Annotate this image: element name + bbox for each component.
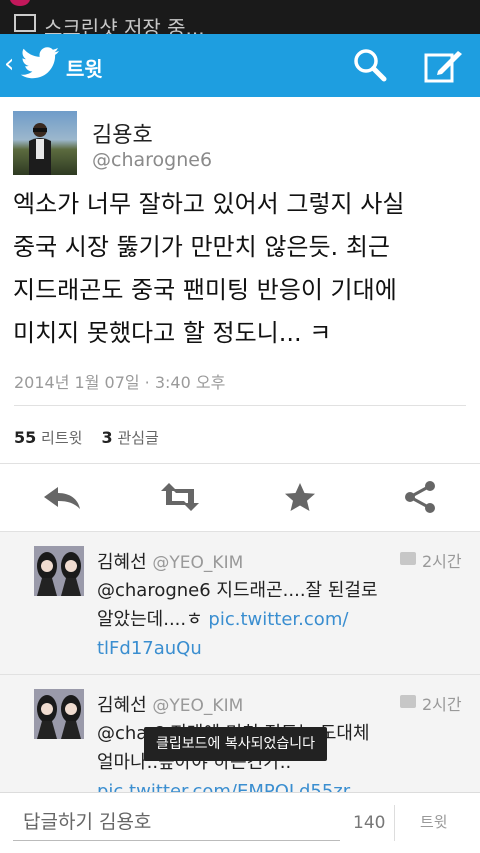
- reply-compose-bar: 140 트윗: [0, 792, 480, 853]
- reply-avatar-image: [34, 689, 84, 739]
- divider: [14, 405, 466, 406]
- retweet-icon[interactable]: [158, 479, 202, 515]
- media-icon: [400, 695, 416, 708]
- media-icon: [400, 552, 416, 565]
- status-bar: 스크린샷 저장 중...: [0, 0, 480, 34]
- favorites-label[interactable]: 관심글: [117, 429, 158, 447]
- search-icon[interactable]: [353, 48, 387, 82]
- reply-avatar-image: [34, 546, 84, 596]
- header-title: 트윗: [66, 57, 103, 81]
- reply-text-prefix: 알았는데....ㅎ: [97, 609, 209, 630]
- recording-indicator-icon: [10, 0, 30, 6]
- reply-avatar[interactable]: [34, 689, 84, 739]
- tweet-text-line: 지드래곤도 중국 팬미팅 반응이 기대에: [13, 276, 397, 304]
- author-handle[interactable]: @charogne6: [92, 149, 212, 171]
- avatar-person-figure: [29, 123, 51, 175]
- retweets-label[interactable]: 리트윗: [41, 429, 82, 447]
- tweet-timestamp: 2014년 1월 07일 · 3:40 오후: [14, 373, 226, 392]
- app-header: ‹ 트윗: [0, 34, 480, 97]
- reply-media-link[interactable]: pic.twitter.com/: [208, 609, 348, 630]
- twitter-bird-icon[interactable]: [20, 47, 60, 81]
- tweet-text-line: 중국 시장 뚫기가 만만치 않은듯. 최근: [13, 233, 390, 261]
- reply-author-handle: @YEO_KIM: [152, 553, 244, 573]
- reply-author[interactable]: 김혜선 @YEO_KIM: [97, 548, 243, 574]
- retweets-count[interactable]: 55: [14, 428, 36, 447]
- reply-text-line: tlFd17auQu: [97, 634, 457, 663]
- reply-text-line: 알았는데....ㅎ pic.twitter.com/: [97, 605, 457, 634]
- compose-tweet-icon[interactable]: [424, 49, 464, 83]
- author-avatar[interactable]: [13, 111, 77, 175]
- reply-icon[interactable]: [40, 479, 84, 515]
- tweet-button[interactable]: 트윗: [420, 811, 448, 832]
- reply-text-line: pic.twitter.com/EMPQLd55zr: [97, 777, 457, 792]
- favorite-star-icon[interactable]: [278, 479, 322, 515]
- reply-item[interactable]: 김혜선 @YEO_KIM 2시간 @charogne6 지드래곤....잘 된걸…: [0, 532, 480, 672]
- reply-input[interactable]: [13, 803, 340, 841]
- reply-media-link-cont[interactable]: tlFd17auQu: [97, 638, 202, 659]
- image-notification-icon: [14, 14, 36, 32]
- tweet-text: 엑소가 너무 잘하고 있어서 그렇지 사실 중국 시장 뚫기가 만만치 않은듯.…: [13, 183, 473, 355]
- reply-author-name: 김혜선: [97, 695, 147, 716]
- reply-time: 2시간: [422, 695, 462, 714]
- share-icon[interactable]: [398, 479, 442, 515]
- tweet-text-line: 미치지 못했다고 할 정도니... ㅋ: [13, 319, 332, 347]
- reply-author-name: 김혜선: [97, 552, 147, 573]
- reply-text: @charogne6 지드래곤....잘 된걸로 알았는데....ㅎ pic.t…: [97, 576, 457, 663]
- reply-text-line: @charogne6 지드래곤....잘 된걸로: [97, 580, 378, 601]
- tweet-stats: 55 리트윗 3 관심글: [14, 427, 159, 448]
- reply-author[interactable]: 김혜선 @YEO_KIM: [97, 691, 243, 717]
- reply-avatar[interactable]: [34, 546, 84, 596]
- divider: [394, 805, 395, 841]
- tweet-detail: 김용호 @charogne6 엑소가 너무 잘하고 있어서 그렇지 사실 중국 …: [0, 97, 480, 532]
- divider: [0, 463, 480, 464]
- reply-author-handle: @YEO_KIM: [152, 696, 244, 716]
- back-chevron-icon[interactable]: ‹: [4, 51, 14, 77]
- reply-time: 2시간: [422, 552, 462, 571]
- reply-media-link[interactable]: pic.twitter.com/EMPQLd55zr: [97, 781, 350, 792]
- clipboard-toast: 클립보드에 복사되었습니다: [144, 727, 328, 761]
- status-notification-text: 스크린샷 저장 중...: [44, 16, 205, 34]
- favorites-count[interactable]: 3: [102, 428, 113, 447]
- author-name[interactable]: 김용호: [92, 117, 153, 149]
- tweet-text-line: 엑소가 너무 잘하고 있어서 그렇지 사실: [13, 190, 405, 218]
- character-counter: 140: [353, 813, 386, 833]
